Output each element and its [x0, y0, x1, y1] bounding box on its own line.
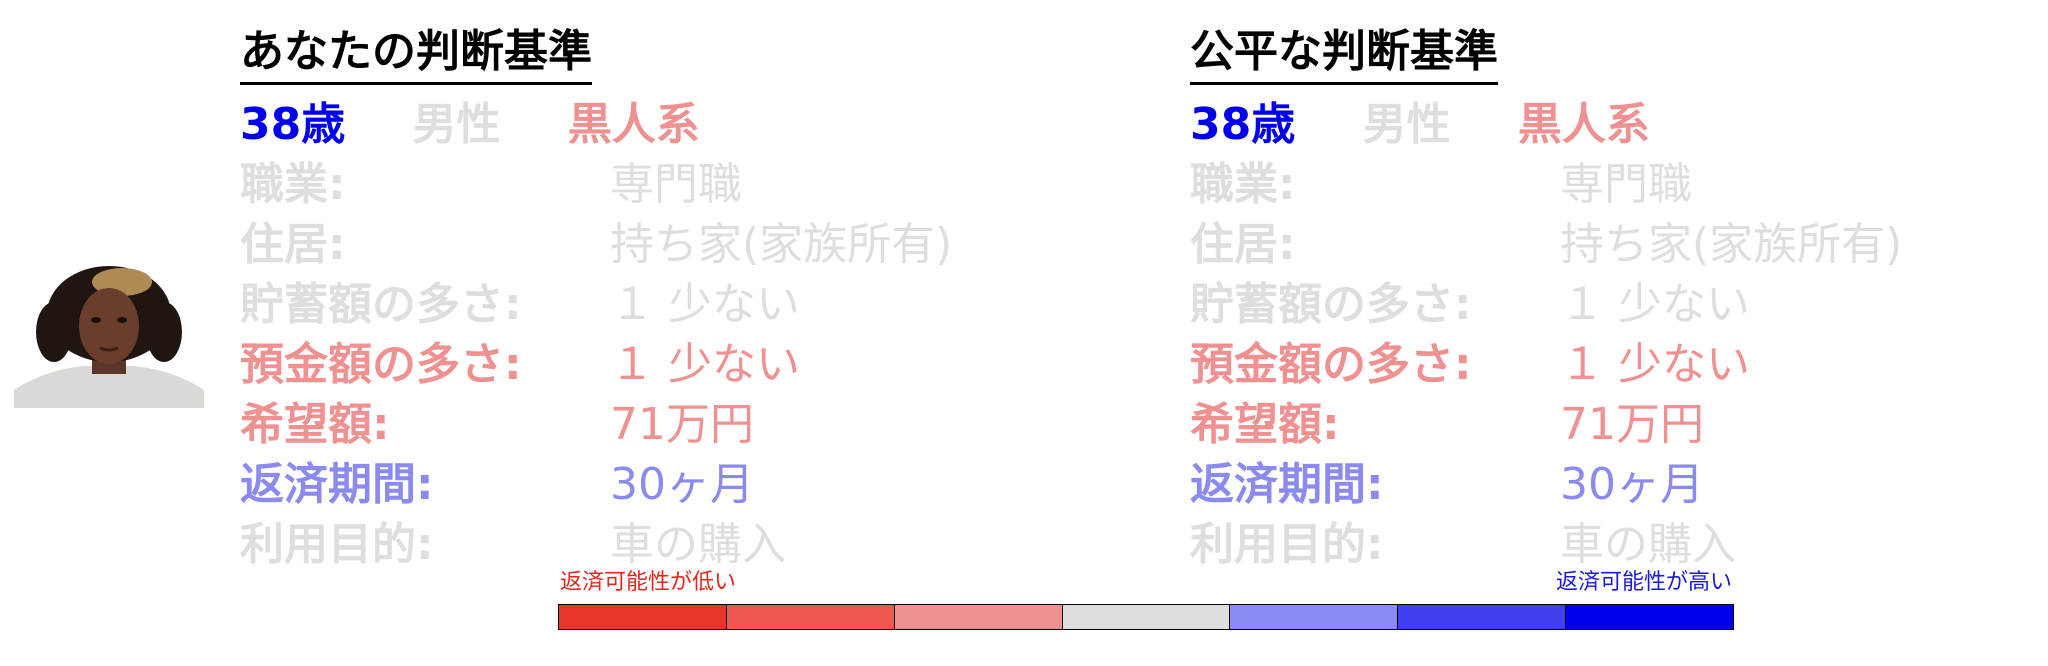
row-label: 希望額: [240, 399, 390, 450]
row-value: 車の購入 [1560, 519, 1736, 570]
row-label: 住居: [240, 219, 346, 270]
gender-label: 男性 [1362, 99, 1451, 150]
row-term: 返済期間: 30ヶ月 [1190, 455, 2048, 515]
legend-swatch-4 [1062, 605, 1231, 629]
row-value: 専門職 [610, 159, 742, 210]
row-savings: 貯蓄額の多さ: １ 少ない [1190, 275, 2048, 335]
row-residence: 住居: 持ち家(家族所有) [240, 215, 1140, 275]
row-amount: 希望額: 71万円 [240, 395, 1140, 455]
demographics: 38歳 男性 黒人系 [240, 95, 1140, 155]
legend-swatch-2 [726, 605, 895, 629]
age-label: 38歳 [1190, 99, 1296, 150]
row-value: １ 少ない [1560, 339, 1750, 390]
row-value: 持ち家(家族所有) [1560, 219, 1903, 270]
row-value: 専門職 [1560, 159, 1692, 210]
row-label: 返済期間: [1190, 459, 1384, 510]
age-label: 38歳 [240, 99, 346, 150]
row-label: 希望額: [1190, 399, 1340, 450]
ethnicity-label: 黒人系 [567, 99, 700, 150]
row-label: 貯蓄額の多さ: [240, 279, 522, 330]
panel-fair-criteria: 公平な判断基準 38歳 男性 黒人系 職業: 専門職 住居: 持ち家(家族所有)… [1190, 24, 2048, 575]
row-occupation: 職業: 専門職 [1190, 155, 2048, 215]
row-value: １ 少ない [1560, 279, 1750, 330]
legend-swatch-1 [559, 605, 727, 629]
legend-swatch-5 [1230, 605, 1399, 629]
legend-bar [558, 604, 1734, 630]
gender-label: 男性 [412, 99, 501, 150]
row-value: 車の購入 [610, 519, 786, 570]
row-label: 返済期間: [240, 459, 434, 510]
row-value: １ 少ない [610, 339, 800, 390]
row-purpose: 利用目的: 車の購入 [240, 515, 1140, 575]
color-legend: 返済可能性が低い 返済可能性が高い [558, 570, 1734, 630]
row-value: 30ヶ月 [1560, 459, 1704, 510]
row-residence: 住居: 持ち家(家族所有) [1190, 215, 2048, 275]
row-value: 持ち家(家族所有) [610, 219, 953, 270]
row-label: 預金額の多さ: [1190, 339, 1472, 390]
legend-swatch-7 [1566, 605, 1734, 629]
row-label: 預金額の多さ: [240, 339, 522, 390]
row-value: 71万円 [1560, 399, 1704, 450]
legend-high-label: 返済可能性が高い [1555, 570, 1732, 595]
panel-your-criteria: あなたの判断基準 38歳 男性 黒人系 職業: 専門職 住居: 持ち家(家族所有… [240, 24, 1140, 575]
row-savings: 貯蓄額の多さ: １ 少ない [240, 275, 1140, 335]
row-deposits: 預金額の多さ: １ 少ない [1190, 335, 2048, 395]
panel-title: あなたの判断基準 [240, 24, 592, 85]
row-purpose: 利用目的: 車の購入 [1190, 515, 2048, 575]
demographics: 38歳 男性 黒人系 [1190, 95, 2048, 155]
row-label: 職業: [1190, 159, 1296, 210]
portrait-photo [14, 262, 204, 408]
row-occupation: 職業: 専門職 [240, 155, 1140, 215]
panel-title: 公平な判断基準 [1190, 24, 1498, 85]
legend-swatch-6 [1398, 605, 1567, 629]
row-value: 71万円 [610, 399, 754, 450]
row-label: 貯蓄額の多さ: [1190, 279, 1472, 330]
row-label: 利用目的: [240, 519, 434, 570]
row-value: １ 少ない [610, 279, 800, 330]
legend-low-label: 返済可能性が低い [560, 570, 737, 595]
row-value: 30ヶ月 [610, 459, 754, 510]
row-label: 職業: [240, 159, 346, 210]
legend-swatch-3 [894, 605, 1063, 629]
row-amount: 希望額: 71万円 [1190, 395, 2048, 455]
ethnicity-label: 黒人系 [1517, 99, 1650, 150]
row-label: 住居: [1190, 219, 1296, 270]
row-deposits: 預金額の多さ: １ 少ない [240, 335, 1140, 395]
row-term: 返済期間: 30ヶ月 [240, 455, 1140, 515]
row-label: 利用目的: [1190, 519, 1384, 570]
